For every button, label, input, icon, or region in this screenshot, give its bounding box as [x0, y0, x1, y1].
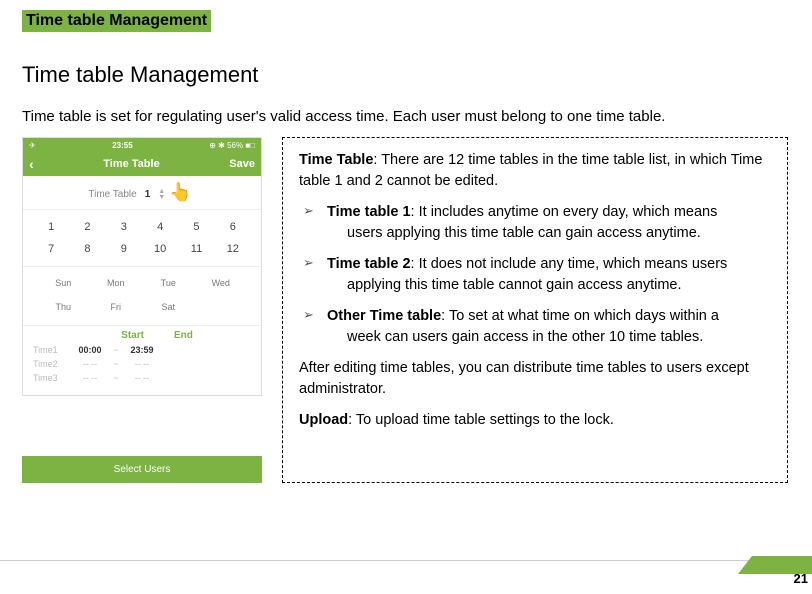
num-cell[interactable]: 1 [33, 216, 69, 238]
end-header: End [174, 330, 193, 341]
page-number: 21 [794, 571, 808, 586]
day-cell[interactable]: Tue [142, 273, 195, 293]
select-users-button[interactable]: Select Users [22, 456, 262, 483]
bullet-icon: ➢ [299, 306, 327, 348]
text: : To upload time table settings to the l… [348, 412, 614, 428]
nav-bar: ‹ Time Table Save [23, 152, 261, 176]
timetable-selector[interactable]: Time Table 1 ▲▼ 👆 [23, 176, 261, 210]
info-timetable: Time Table: There are 12 time tables in … [299, 150, 771, 192]
intro-text: Time table is set for regulating user's … [22, 108, 812, 125]
stepper-arrows-icon[interactable]: ▲▼ [158, 189, 165, 201]
back-button[interactable]: ‹ [29, 156, 34, 172]
num-cell[interactable]: 6 [215, 216, 251, 238]
time-row[interactable]: Time3 -- -- ~ -- -- [33, 371, 251, 385]
tt-value: 1 [145, 189, 151, 200]
num-cell[interactable]: 5 [178, 216, 214, 238]
label: Time Table [299, 152, 373, 168]
num-cell[interactable]: 12 [215, 238, 251, 260]
bullet-icon: ➢ [299, 254, 327, 296]
save-button[interactable]: Save [229, 158, 255, 170]
time-end: -- -- [123, 373, 161, 383]
time-start: -- -- [71, 359, 109, 369]
bullet-text: Time table 2: It does not include any ti… [327, 254, 771, 296]
bullet-item: ➢ Other Time table: To set at what time … [299, 306, 771, 348]
time-label: Time2 [33, 359, 71, 369]
time-section: Start End Time1 00:00 ~ 23:59 Time2 -- -… [23, 326, 261, 395]
bullet-icon: ➢ [299, 202, 327, 244]
day-cell[interactable]: Mon [90, 273, 143, 293]
signal-icon: ✈ [29, 141, 36, 150]
num-cell[interactable]: 11 [178, 238, 214, 260]
page-footer: 21 [0, 556, 812, 580]
page-title: Time table Management [22, 62, 812, 88]
day-grid-row1: Sun Mon Tue Wed [23, 267, 261, 297]
phone-screenshot: ✈ 23:55 ⊕ ✱ 56% ■□ ‹ Time Table Save Tim… [22, 137, 262, 396]
label: Time table 2 [327, 256, 411, 272]
number-grid: 1 2 3 4 5 6 7 8 9 10 11 12 [23, 210, 261, 267]
time-row[interactable]: Time1 00:00 ~ 23:59 [33, 343, 251, 357]
num-cell[interactable]: 7 [33, 238, 69, 260]
bullet-text: Time table 1: It includes anytime on eve… [327, 202, 771, 244]
text: : To set at what time on which days with… [441, 308, 719, 324]
info-distribute: After editing time tables, you can distr… [299, 358, 771, 400]
time-row[interactable]: Time2 -- -- ~ -- -- [33, 357, 251, 371]
num-cell[interactable]: 2 [69, 216, 105, 238]
time-label: Time1 [33, 345, 71, 355]
num-cell[interactable]: 10 [142, 238, 178, 260]
status-bar: ✈ 23:55 ⊕ ✱ 56% ■□ [23, 138, 261, 152]
bullet-item: ➢ Time table 1: It includes anytime on e… [299, 202, 771, 244]
pointer-hand-icon: 👆 [169, 182, 191, 203]
tilde: ~ [109, 345, 123, 355]
day-cell[interactable]: Thu [37, 297, 90, 317]
label: Time table 1 [327, 204, 411, 220]
time-start: 00:00 [71, 345, 109, 355]
day-cell[interactable]: Sun [37, 273, 90, 293]
time-end: 23:59 [123, 345, 161, 355]
num-cell[interactable]: 8 [69, 238, 105, 260]
status-battery: ⊕ ✱ 56% ■□ [209, 141, 255, 150]
bullet-item: ➢ Time table 2: It does not include any … [299, 254, 771, 296]
text-cont: users applying this time table can gain … [327, 223, 771, 244]
bullet-text: Other Time table: To set at what time on… [327, 306, 771, 348]
day-cell [195, 297, 248, 317]
day-cell[interactable]: Sat [142, 297, 195, 317]
time-start: -- -- [71, 373, 109, 383]
num-cell[interactable]: 3 [106, 216, 142, 238]
label: Other Time table [327, 308, 441, 324]
status-time: 23:55 [112, 141, 132, 150]
section-highlight: Time table Management [22, 10, 211, 32]
tilde: ~ [109, 359, 123, 369]
text: : It includes anytime on every day, whic… [411, 204, 718, 220]
day-grid-row2: Thu Fri Sat [23, 297, 261, 326]
text: : It does not include any time, which me… [411, 256, 728, 272]
time-header: Start End [33, 330, 251, 341]
start-header: Start [121, 330, 144, 341]
text-cont: week can users gain access in the other … [327, 327, 771, 348]
tilde: ~ [109, 373, 123, 383]
footer-line [0, 560, 812, 561]
time-end: -- -- [123, 359, 161, 369]
time-label: Time3 [33, 373, 71, 383]
num-cell[interactable]: 4 [142, 216, 178, 238]
num-cell[interactable]: 9 [106, 238, 142, 260]
phone-column: ✈ 23:55 ⊕ ✱ 56% ■□ ‹ Time Table Save Tim… [22, 137, 262, 483]
day-cell[interactable]: Fri [90, 297, 143, 317]
content-row: ✈ 23:55 ⊕ ✱ 56% ■□ ‹ Time Table Save Tim… [22, 137, 812, 483]
info-upload: Upload: To upload time table settings to… [299, 410, 771, 431]
day-cell[interactable]: Wed [195, 273, 248, 293]
nav-title: Time Table [103, 158, 159, 170]
info-panel: Time Table: There are 12 time tables in … [282, 137, 788, 483]
tt-label: Time Table [88, 189, 136, 200]
text-cont: applying this time table cannot gain acc… [327, 275, 771, 296]
label: Upload [299, 412, 348, 428]
